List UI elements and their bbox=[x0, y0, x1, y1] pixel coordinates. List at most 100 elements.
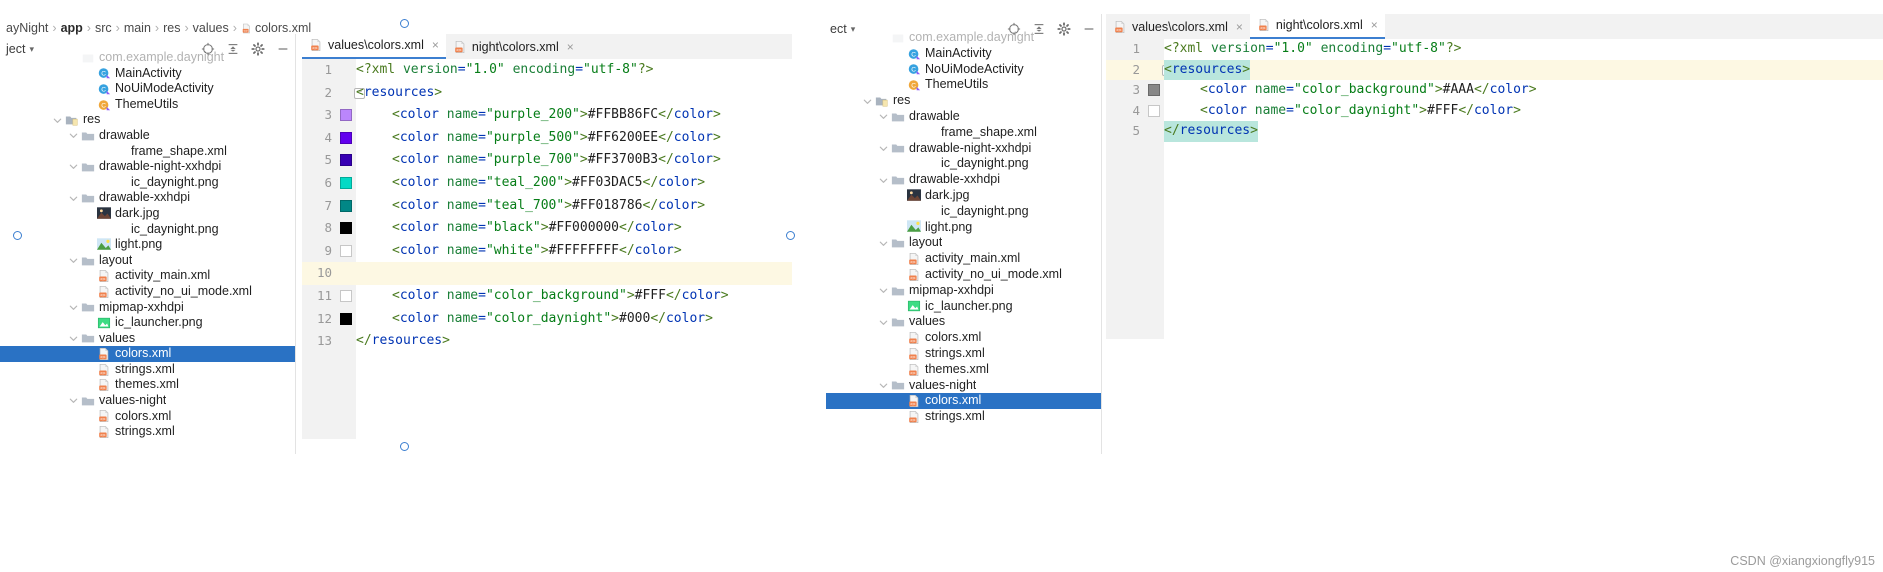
editor-tabbar-right[interactable]: <> values\colors.xml × <> night\colors.xml × bbox=[1106, 13, 1883, 40]
project-tree[interactable]: com.example.daynight C MainActivity C NoUiMo… bbox=[0, 50, 296, 450]
tree-item[interactable]: light.png bbox=[0, 237, 296, 253]
chevron-down-icon[interactable] bbox=[878, 285, 889, 296]
tree-item-selected[interactable]: <> colors.xml bbox=[826, 393, 1102, 410]
code-line[interactable]: 2−<resources> bbox=[1106, 59, 1883, 81]
close-icon[interactable]: × bbox=[1371, 18, 1378, 32]
color-gutter-swatch[interactable] bbox=[340, 222, 352, 235]
tree-item[interactable]: <> strings.xml bbox=[0, 424, 296, 440]
tree-item[interactable]: C MainActivity bbox=[0, 66, 296, 82]
tree-item[interactable]: ic_daynight.png bbox=[826, 156, 1102, 172]
tree-item[interactable]: values-night bbox=[826, 378, 1102, 394]
editor-tab[interactable]: <> values\colors.xml × bbox=[1106, 15, 1250, 39]
chevron-down-icon[interactable] bbox=[878, 111, 889, 122]
chevron-down-icon[interactable] bbox=[878, 380, 889, 391]
tree-item[interactable]: light.png bbox=[826, 220, 1102, 236]
editor-code-area-right[interactable]: 1 <?xml version="1.0" encoding="utf-8"?> 2… bbox=[1106, 39, 1883, 339]
chevron-down-icon[interactable] bbox=[68, 255, 79, 266]
tree-item[interactable]: <> activity_no_ui_mode.xml bbox=[826, 267, 1102, 283]
code-line[interactable]: 11 <color name="color_background">#FFF</c… bbox=[302, 285, 792, 308]
editor-tab-active[interactable]: <> values\colors.xml × bbox=[302, 33, 446, 59]
code-line[interactable]: 5 <color name="purple_700">#FF3700B3</col… bbox=[302, 149, 792, 172]
tree-item[interactable]: mipmap-xxhdpi bbox=[826, 283, 1102, 299]
close-icon[interactable]: × bbox=[432, 38, 439, 52]
tree-item[interactable]: <> colors.xml bbox=[0, 409, 296, 425]
tree-item[interactable]: C NoUiModeActivity bbox=[0, 81, 296, 97]
tree-item[interactable]: drawable bbox=[0, 128, 296, 144]
tree-item[interactable]: <> themes.xml bbox=[0, 377, 296, 393]
tree-item[interactable]: C NoUiModeActivity bbox=[826, 62, 1102, 78]
chevron-down-icon[interactable] bbox=[862, 96, 873, 107]
tree-item[interactable]: <> colors.xml bbox=[826, 330, 1102, 346]
chevron-down-icon[interactable] bbox=[52, 115, 63, 126]
chevron-down-icon[interactable] bbox=[68, 302, 79, 313]
tree-item[interactable]: drawable bbox=[826, 109, 1102, 125]
tree-item[interactable]: drawable-xxhdpi bbox=[826, 172, 1102, 188]
code-line[interactable]: 3 <color name="color_background">#AAA</co… bbox=[1106, 80, 1883, 101]
breadcrumb-item[interactable]: main bbox=[124, 21, 151, 35]
tree-item[interactable]: <> strings.xml bbox=[826, 346, 1102, 362]
chevron-down-icon[interactable] bbox=[878, 143, 889, 154]
code-line[interactable]: 7 <color name="teal_700">#FF018786</color… bbox=[302, 195, 792, 218]
breadcrumb-item[interactable]: src bbox=[95, 21, 112, 35]
tree-item[interactable]: <> themes.xml bbox=[826, 362, 1102, 378]
resize-handle-left[interactable] bbox=[13, 231, 22, 240]
resize-handle-right[interactable] bbox=[786, 231, 795, 240]
tree-item[interactable]: drawable-night-xxhdpi bbox=[0, 159, 296, 175]
tree-item[interactable]: values bbox=[0, 331, 296, 347]
project-tree-right[interactable]: com.example.daynight C MainActivity C NoUiMo… bbox=[826, 30, 1102, 450]
tree-item[interactable]: <> activity_main.xml bbox=[0, 268, 296, 284]
breadcrumb-item[interactable]: res bbox=[163, 21, 180, 35]
toolwindow-editor-splitter-right[interactable] bbox=[1101, 14, 1102, 454]
code-line[interactable]: 8 <color name="black">#FF000000</color> bbox=[302, 217, 792, 240]
tree-item[interactable]: com.example.daynight bbox=[0, 50, 296, 66]
close-icon[interactable]: × bbox=[1236, 20, 1243, 34]
tree-item[interactable]: dark.jpg bbox=[0, 206, 296, 222]
chevron-down-icon[interactable] bbox=[68, 333, 79, 344]
tree-item[interactable]: C ThemeUtils bbox=[826, 77, 1102, 93]
tree-item[interactable]: layout bbox=[0, 253, 296, 269]
chevron-down-icon[interactable] bbox=[68, 193, 79, 204]
code-line[interactable]: 12 <color name="color_daynight">#000</col… bbox=[302, 308, 792, 331]
breadcrumb-item[interactable]: values bbox=[193, 21, 229, 35]
tree-item[interactable]: com.example.daynight bbox=[826, 30, 1102, 46]
code-line[interactable]: 1 <?xml version="1.0" encoding="utf-8"?> bbox=[1106, 39, 1883, 60]
tree-item[interactable]: ic_launcher.png bbox=[0, 315, 296, 331]
code-line[interactable]: 4 <color name="color_daynight">#FFF</colo… bbox=[1106, 101, 1883, 122]
code-line[interactable]: 9 <color name="white">#FFFFFFFF</color> bbox=[302, 240, 792, 263]
resize-handle-bottom[interactable] bbox=[400, 442, 409, 451]
tree-item[interactable]: frame_shape.xml bbox=[826, 125, 1102, 141]
color-gutter-swatch[interactable] bbox=[340, 312, 352, 325]
code-line[interactable]: 3 <color name="purple_200">#FFBB86FC</col… bbox=[302, 104, 792, 127]
tree-item[interactable]: <> strings.xml bbox=[0, 362, 296, 378]
editor-tabbar[interactable]: <> values\colors.xml × <> night\colors.xml × bbox=[302, 33, 792, 60]
code-line[interactable]: 13 </resources> bbox=[302, 330, 792, 353]
editor-tab[interactable]: <> night\colors.xml × bbox=[445, 35, 581, 59]
tree-item[interactable]: res bbox=[826, 93, 1102, 109]
chevron-down-icon[interactable] bbox=[68, 130, 79, 141]
resize-handle-top[interactable] bbox=[400, 19, 409, 28]
tree-item[interactable]: dark.jpg bbox=[826, 188, 1102, 204]
tree-item[interactable]: ic_daynight.png bbox=[0, 175, 296, 191]
breadcrumb-item[interactable]: app bbox=[61, 21, 83, 35]
code-line[interactable]: 5 </resources> bbox=[1106, 121, 1883, 142]
tree-item[interactable]: drawable-xxhdpi bbox=[0, 190, 296, 206]
code-line[interactable]: 10 bbox=[302, 262, 792, 285]
tree-item-selected[interactable]: <> colors.xml bbox=[0, 346, 296, 362]
chevron-down-icon[interactable] bbox=[878, 238, 889, 249]
toolwindow-editor-splitter[interactable] bbox=[295, 34, 296, 454]
breadcrumb[interactable]: ayNight › app › src › main › res › values › <> colors… bbox=[6, 21, 311, 37]
tree-item[interactable]: <> activity_no_ui_mode.xml bbox=[0, 284, 296, 300]
color-gutter-swatch[interactable] bbox=[340, 176, 352, 189]
tree-item[interactable]: values bbox=[826, 314, 1102, 330]
color-gutter-swatch[interactable] bbox=[340, 289, 352, 302]
tree-item[interactable]: ic_daynight.png bbox=[0, 222, 296, 238]
breadcrumb-item[interactable]: ayNight bbox=[6, 21, 48, 35]
tree-item[interactable]: layout bbox=[826, 235, 1102, 251]
color-gutter-swatch[interactable] bbox=[1148, 104, 1160, 117]
color-gutter-swatch[interactable] bbox=[340, 131, 352, 144]
color-gutter-swatch[interactable] bbox=[340, 154, 352, 167]
tree-item[interactable]: mipmap-xxhdpi bbox=[0, 300, 296, 316]
code-line[interactable]: 6 <color name="teal_200">#FF03DAC5</color… bbox=[302, 172, 792, 195]
tree-item[interactable]: C MainActivity bbox=[826, 46, 1102, 62]
code-line[interactable]: 1 <?xml version="1.0" encoding="utf-8"?> bbox=[302, 59, 792, 82]
